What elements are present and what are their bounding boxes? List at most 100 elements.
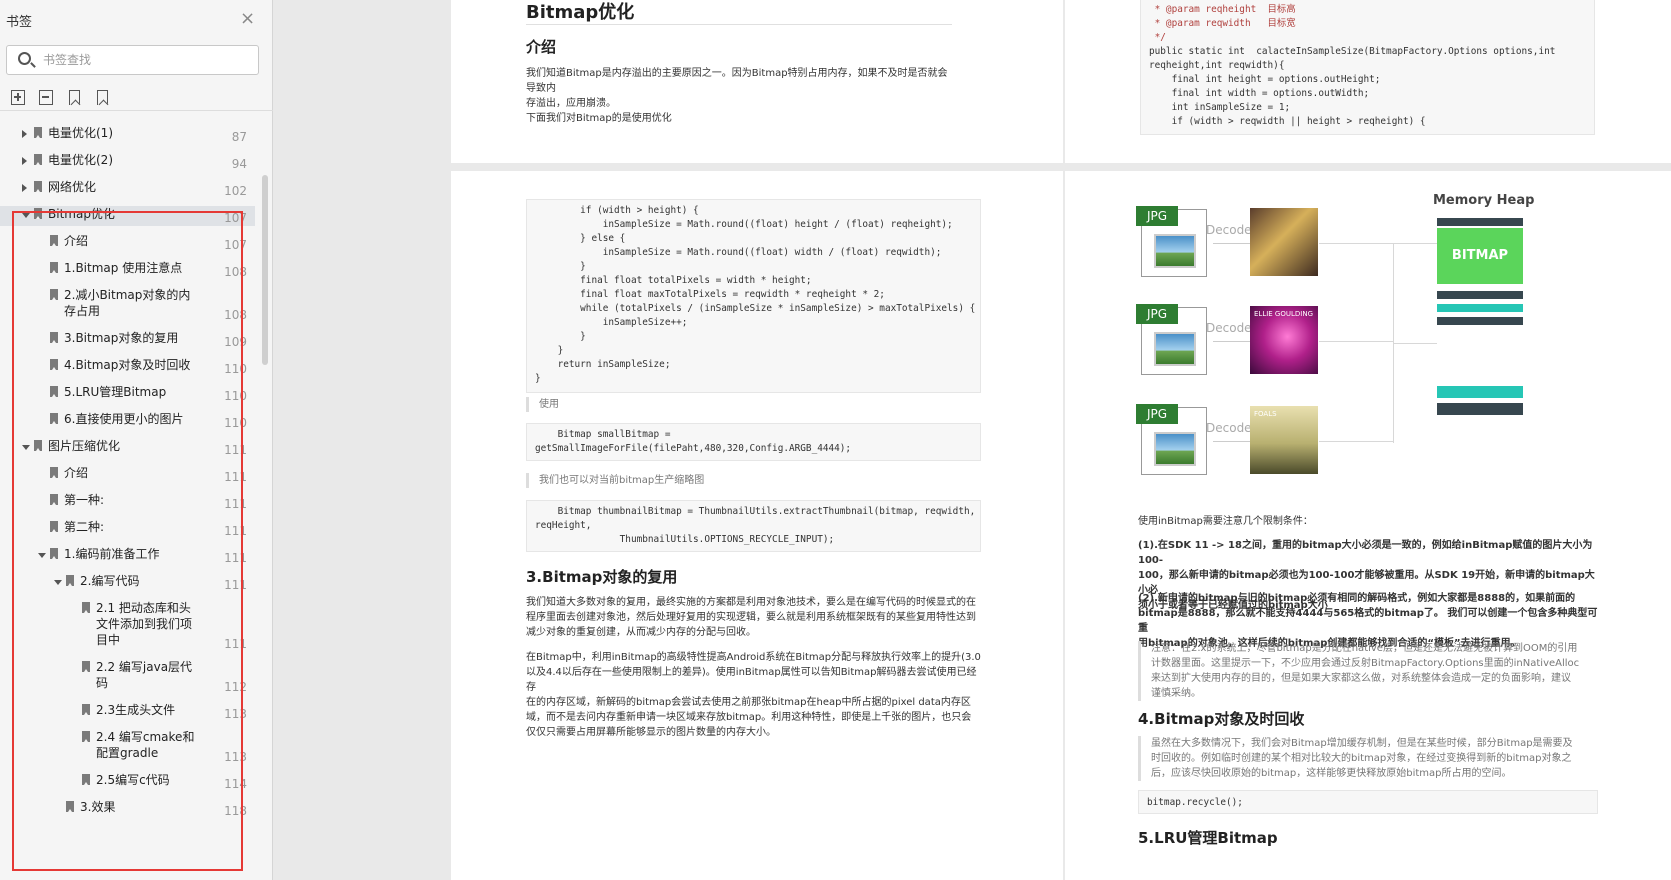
decode-label: Decode	[1206, 223, 1252, 237]
section-heading: 3.Bitmap对象的复用	[526, 568, 678, 586]
collapse-all-icon[interactable]	[39, 90, 53, 105]
bookmark-icon	[34, 181, 42, 192]
heap-bar	[1437, 317, 1523, 325]
section-heading: 介绍	[526, 38, 557, 56]
close-icon[interactable]: ×	[240, 10, 255, 28]
diagram-title: Memory Heap	[1433, 193, 1535, 208]
code-line: public static int calacteInSampleSize(Bi…	[1149, 46, 1556, 57]
text-line: 谨慎采纳。	[1151, 688, 1201, 699]
document-page: Bitmap优化 介绍 我们知道Bitmap是内存溢出的主要原因之一。因为Bit…	[451, 0, 1063, 163]
document-page: * @param reqheight 目标高 * @param reqwidth…	[1065, 0, 1671, 163]
bookmark-icon	[34, 127, 42, 138]
expand-all-icon[interactable]	[11, 90, 25, 105]
jpg-file-icon: JPG	[1136, 304, 1207, 375]
text-line: 下面我们对Bitmap的是使用优化	[526, 113, 672, 124]
page-number: 87	[231, 130, 247, 144]
text-line: 虽然在大多数情况下，我们会对Bitmap增加缓存机制，但是在某些时候，部分Bit…	[1151, 738, 1573, 749]
text-line: 程序里面去创建对象池，然后处理好复用的实现逻辑，要么就是利用系统框架既有的某些复…	[526, 612, 976, 623]
code-block: Bitmap thumbnailBitmap = ThumbnailUtils.…	[526, 500, 981, 552]
page-number: 94	[231, 157, 247, 171]
text-line: bitmap是8888，那么就不能支持4444与565格式的bitmap了。 我…	[1138, 608, 1598, 634]
quote-text: 使用	[539, 399, 559, 410]
album-cover-image: FOALS	[1250, 406, 1318, 474]
highlight-box	[12, 211, 243, 871]
arrow-line	[1213, 243, 1251, 244]
heap-bar	[1437, 386, 1523, 398]
bookmark-item[interactable]: 网络优化 102	[0, 179, 255, 199]
code-block: if (width > height) { inSampleSize = Mat…	[526, 199, 981, 393]
image-icon	[1154, 234, 1196, 268]
document-page: if (width > height) { inSampleSize = Mat…	[451, 171, 1063, 880]
code-line: int inSampleSize = 1;	[1149, 102, 1291, 113]
code-line: getSmallImageForFile(filePaht,480,320,Co…	[535, 443, 852, 454]
heap-bar	[1437, 218, 1523, 226]
code-line: final float maxTotalPixels = reqwidth * …	[535, 289, 885, 300]
bookmark-icon[interactable]	[97, 90, 108, 105]
code-line: ThumbnailUtils.OPTIONS_RECYCLE_INPUT);	[535, 534, 835, 545]
section-heading: 4.Bitmap对象及时回收	[1138, 710, 1305, 728]
divider	[0, 110, 273, 111]
code-line: return inSampleSize;	[535, 359, 671, 370]
jpg-label: JPG	[1136, 404, 1178, 424]
collapse-arrow-icon[interactable]	[22, 184, 27, 192]
bookmark-label: 网络优化	[48, 179, 96, 195]
code-block: * @param reqheight 目标高 * @param reqwidth…	[1140, 0, 1595, 135]
section-heading: 5.LRU管理Bitmap	[1138, 829, 1278, 847]
text-line: 我们知道Bitmap是内存溢出的主要原因之一。因为Bitmap特别占用内存，如果…	[526, 68, 948, 94]
image-icon	[1154, 432, 1196, 466]
bookmark-label: 电量优化(2)	[48, 152, 113, 168]
code-line: */	[1149, 32, 1166, 43]
scrollbar[interactable]	[262, 175, 268, 365]
add-bookmark-icon[interactable]	[69, 90, 80, 105]
text-line: 域，而不是去问内存重新申请一块区域来存放bitmap。利用这种特性，即使是上千张…	[526, 712, 972, 723]
text-line: 减少对象的重复创建，从而减少内存的分配与回收。	[526, 627, 756, 638]
album-text: ELLIE GOULDING	[1254, 310, 1314, 318]
bitmap-block: BITMAP	[1437, 228, 1523, 284]
bookmark-search-input[interactable]	[43, 51, 243, 69]
collapse-arrow-icon[interactable]	[22, 130, 27, 138]
code-line: }	[535, 261, 586, 272]
text-line: (2).新申请的bitmap与旧的bitmap必须有相同的解码格式，例如大家都是…	[1138, 593, 1576, 604]
connector-line	[1393, 343, 1437, 344]
bookmark-search-box[interactable]	[6, 45, 259, 75]
text-line: 在的内存区域，新解码的bitmap会尝试去使用之前那张bitmap在heap中所…	[526, 697, 971, 708]
bookmark-item[interactable]: 电量优化(1) 87	[0, 125, 255, 145]
document-page: Memory Heap BITMAP JPG Decode JPG Decode ELL…	[1065, 171, 1671, 880]
bookmark-label-line: 网络优化	[48, 180, 97, 194]
jpg-file-icon: JPG	[1136, 404, 1207, 475]
paragraph: 使用inBitmap需要注意几个限制条件：	[1138, 516, 1313, 527]
code-line: if (width > height) {	[535, 205, 699, 216]
image-icon	[1154, 332, 1196, 366]
jpg-label: JPG	[1136, 304, 1178, 324]
code-line: inSampleSize = Math.round((float) width …	[535, 247, 942, 258]
bookmark-label-line: 电量优化(1)	[48, 126, 113, 140]
code-line: }	[535, 331, 586, 342]
page-number: 102	[224, 184, 247, 198]
code-line: while (totalPixels / (inSampleSize * inS…	[535, 303, 976, 314]
code-block: bitmap.recycle();	[1138, 790, 1598, 814]
heap-bar	[1437, 304, 1523, 312]
panel-title: 书签	[6, 15, 33, 30]
blockquote: 使用	[526, 397, 981, 412]
code-line: }	[535, 373, 541, 384]
code-line: reqheight,int reqwidth){	[1149, 60, 1285, 71]
paragraph: 我们知道Bitmap是内存溢出的主要原因之一。因为Bitmap特别占用内存，如果…	[526, 66, 956, 126]
text-line: 来达到扩大使用内存的目的，但是如果大家都这么做，对系统整体会造成一定的负面影响，…	[1151, 673, 1571, 684]
code-line: reqHeight,	[535, 520, 592, 531]
collapse-arrow-icon[interactable]	[22, 157, 27, 165]
code-line: * @param reqheight 目标高	[1149, 4, 1296, 15]
blockquote: 我们也可以对当前bitmap生产缩略图	[526, 473, 981, 488]
paragraph: 在Bitmap中，利用inBitmap的高级特性提高Android系统在Bitm…	[526, 650, 981, 740]
code-line: } else {	[535, 233, 626, 244]
text-line: 以及4.4以后存在一些使用限制上的差异)。使用inBitmap属性可以告知Bit…	[526, 667, 977, 693]
code-block: Bitmap smallBitmap = getSmallImageForFile…	[526, 423, 981, 461]
code-line: final int width = options.outWidth;	[1149, 88, 1370, 99]
code-line: Bitmap thumbnailBitmap = ThumbnailUtils.…	[535, 506, 976, 517]
bookmark-icon	[34, 154, 42, 165]
divider	[526, 24, 952, 25]
code-line: inSampleSize++;	[535, 317, 688, 328]
bookmark-item[interactable]: 电量优化(2) 94	[0, 152, 255, 172]
quote-text: 我们也可以对当前bitmap生产缩略图	[539, 475, 705, 486]
text-line: 在Bitmap中，利用inBitmap的高级特性提高Android系统在Bitm…	[526, 652, 981, 663]
bookmark-label-line: 电量优化(2)	[48, 153, 113, 167]
